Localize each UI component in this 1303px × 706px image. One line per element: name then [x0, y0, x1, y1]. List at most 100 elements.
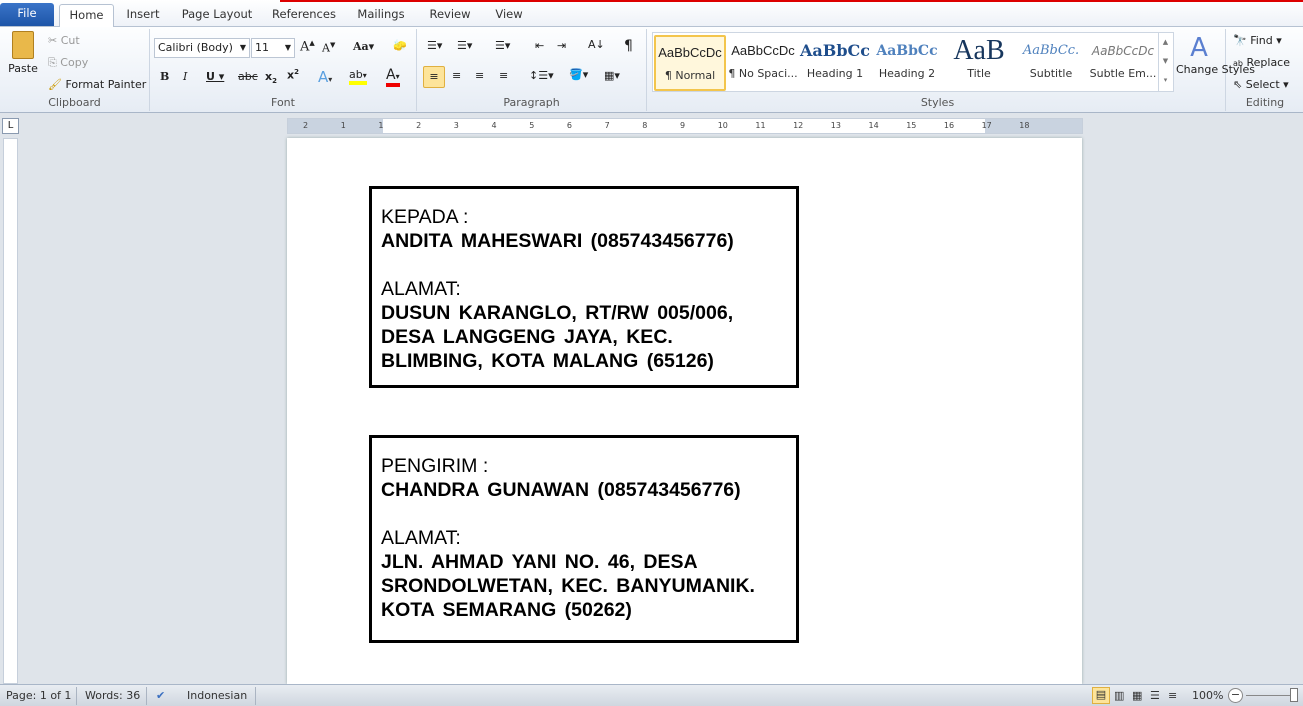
- line-spacing-button[interactable]: ↕☰▾: [529, 69, 554, 82]
- tab-mailings[interactable]: Mailings: [350, 4, 412, 27]
- sender-address-line: KOTA SEMARANG (50262): [381, 599, 632, 621]
- styles-scrollbar[interactable]: ▲ ▼ ▾: [1158, 33, 1172, 91]
- tab-references[interactable]: References: [266, 4, 342, 27]
- language[interactable]: Indonesian: [187, 689, 247, 702]
- vertical-ruler[interactable]: [3, 138, 18, 684]
- print-layout-view-icon[interactable]: ▤: [1092, 687, 1110, 704]
- format-painter-label: Format Painter: [65, 78, 147, 91]
- ruler-number: 17: [981, 121, 992, 130]
- replace-button[interactable]: ab Replace: [1233, 56, 1290, 69]
- paragraph-group: ☰▾ ☰▾ ☰▾ ⇤ ⇥ A↓ ¶ ≡ ≡ ≡ ≡ ↕☰▾ 🪣▾ ▦▾ Para…: [417, 29, 647, 111]
- chevron-down-icon: ▼: [284, 43, 291, 52]
- style-normal[interactable]: AaBbCcDc ¶ Normal: [654, 35, 726, 91]
- paste-button[interactable]: Paste: [6, 31, 40, 75]
- styles-group: AaBbCcDc ¶ Normal AaBbCcDc ¶ No Spaci... A…: [650, 29, 1255, 111]
- style-heading-1[interactable]: AaBbCc Heading 1: [799, 35, 871, 91]
- align-center-button[interactable]: ≡: [452, 69, 461, 82]
- select-button[interactable]: ⇖ Select ▾: [1233, 78, 1289, 91]
- find-label: Find: [1250, 34, 1273, 47]
- right-margin: [985, 119, 1082, 133]
- style-subtitle[interactable]: AaBbCc. Subtitle: [1015, 35, 1087, 91]
- shading-button[interactable]: 🪣▾: [569, 68, 588, 81]
- zoom-slider-thumb[interactable]: [1290, 688, 1298, 702]
- binoculars-icon: 🔭: [1233, 34, 1247, 47]
- zoom-out-button[interactable]: −: [1228, 688, 1243, 703]
- ruler-number: 10: [717, 121, 728, 130]
- page-count[interactable]: Page: 1 of 1: [6, 689, 71, 702]
- tab-insert[interactable]: Insert: [118, 4, 168, 27]
- cut-button[interactable]: ✂ Cut: [48, 34, 80, 47]
- tab-selector[interactable]: L: [2, 118, 19, 134]
- ruler-number: 12: [793, 121, 804, 130]
- subscript-button[interactable]: x2: [265, 70, 277, 85]
- clipboard-label: Clipboard: [48, 96, 101, 109]
- tab-file[interactable]: File: [0, 3, 54, 26]
- style-name: Subtitle: [1029, 67, 1073, 80]
- clipboard-group: Paste ✂ Cut ⎘ Copy 🖌 Format Painter Clip…: [0, 29, 150, 111]
- change-styles-button[interactable]: A Change Styles: [1176, 33, 1255, 76]
- bullets-button[interactable]: ☰▾: [427, 39, 442, 52]
- strikethrough-button[interactable]: abc: [238, 70, 258, 83]
- copy-button[interactable]: ⎘ Copy: [48, 56, 88, 70]
- numbering-button[interactable]: ☰▾: [457, 39, 472, 52]
- underline-button[interactable]: U ▾: [206, 70, 224, 83]
- font-color-button[interactable]: A▾: [386, 67, 400, 87]
- proofing-icon[interactable]: ✔: [156, 689, 165, 702]
- zoom-level[interactable]: 100%: [1192, 689, 1223, 702]
- ruler-number: 3: [453, 121, 459, 130]
- style-title[interactable]: AaB Title: [943, 35, 1015, 91]
- format-painter-button[interactable]: 🖌 Format Painter: [48, 78, 146, 91]
- shrink-font-button[interactable]: A▼: [322, 41, 335, 55]
- grow-font-button[interactable]: A▲: [300, 39, 315, 54]
- outline-view-icon[interactable]: ☰: [1150, 689, 1160, 702]
- superscript-button[interactable]: x2: [287, 68, 299, 82]
- document-page[interactable]: KEPADA : ANDITA MAHESWARI (085743456776)…: [287, 138, 1082, 684]
- find-button[interactable]: 🔭 Find ▾: [1233, 34, 1282, 47]
- style-subtle-emphasis[interactable]: AaBbCcDc Subtle Em...: [1087, 35, 1159, 91]
- font-name-select[interactable]: Calibri (Body) ▼: [154, 38, 250, 58]
- style-name: ¶ Normal: [664, 69, 716, 82]
- change-case-button[interactable]: Aa▾: [353, 40, 374, 53]
- draft-view-icon[interactable]: ≡: [1168, 689, 1177, 702]
- style-no-spacing[interactable]: AaBbCcDc ¶ No Spaci...: [727, 35, 799, 91]
- increase-indent-button[interactable]: ⇥: [557, 39, 566, 52]
- show-formatting-button[interactable]: ¶: [624, 38, 633, 54]
- web-layout-icon[interactable]: ▦: [1132, 689, 1142, 702]
- ribbon: Paste ✂ Cut ⎘ Copy 🖌 Format Painter Clip…: [0, 27, 1303, 113]
- recipient-address-label: ALAMAT:: [381, 278, 461, 300]
- italic-button[interactable]: I: [183, 70, 187, 83]
- style-preview: AaBbCcDc: [1091, 44, 1155, 58]
- align-right-button[interactable]: ≡: [475, 69, 484, 82]
- chevron-down-icon: ▼: [239, 43, 246, 52]
- multilevel-list-button[interactable]: ☰▾: [495, 39, 510, 52]
- style-name: Heading 1: [806, 67, 864, 80]
- tab-review[interactable]: Review: [422, 4, 478, 27]
- style-heading-2[interactable]: AaBbCc Heading 2: [871, 35, 943, 91]
- sort-button[interactable]: A↓: [588, 38, 605, 51]
- font-size-select[interactable]: 11 ▼: [251, 38, 295, 58]
- paste-label: Paste: [8, 62, 38, 75]
- decrease-indent-button[interactable]: ⇤: [535, 39, 544, 52]
- tab-page-layout[interactable]: Page Layout: [177, 4, 257, 27]
- horizontal-ruler[interactable]: 2 1 1 2 3 4 5 6 7 8 9 10 11 12 13 14 15 16 17 18: [287, 118, 1083, 134]
- ruler-number: 11: [755, 121, 766, 130]
- ruler-number: 1: [340, 121, 346, 130]
- highlight-button[interactable]: ab▾: [349, 68, 367, 85]
- ruler-number: 2: [416, 121, 422, 130]
- cursor-icon: ⇖: [1233, 78, 1243, 91]
- borders-button[interactable]: ▦▾: [604, 69, 620, 82]
- ruler-number: 9: [680, 121, 686, 130]
- tab-home[interactable]: Home: [59, 4, 114, 28]
- bold-button[interactable]: B: [160, 70, 169, 83]
- align-left-button[interactable]: ≡: [423, 66, 445, 88]
- copy-icon: ⎘: [48, 56, 61, 69]
- ruler-number: 2: [303, 121, 309, 130]
- tab-view[interactable]: View: [487, 4, 531, 27]
- full-screen-reading-icon[interactable]: ▥: [1114, 689, 1124, 702]
- clear-formatting-icon[interactable]: 🧽: [393, 39, 407, 52]
- word-count[interactable]: Words: 36: [85, 689, 140, 702]
- text-effects-button[interactable]: A▾: [318, 68, 332, 86]
- cut-label: Cut: [60, 34, 80, 47]
- justify-button[interactable]: ≡: [499, 69, 508, 82]
- replace-icon: ab: [1233, 59, 1243, 68]
